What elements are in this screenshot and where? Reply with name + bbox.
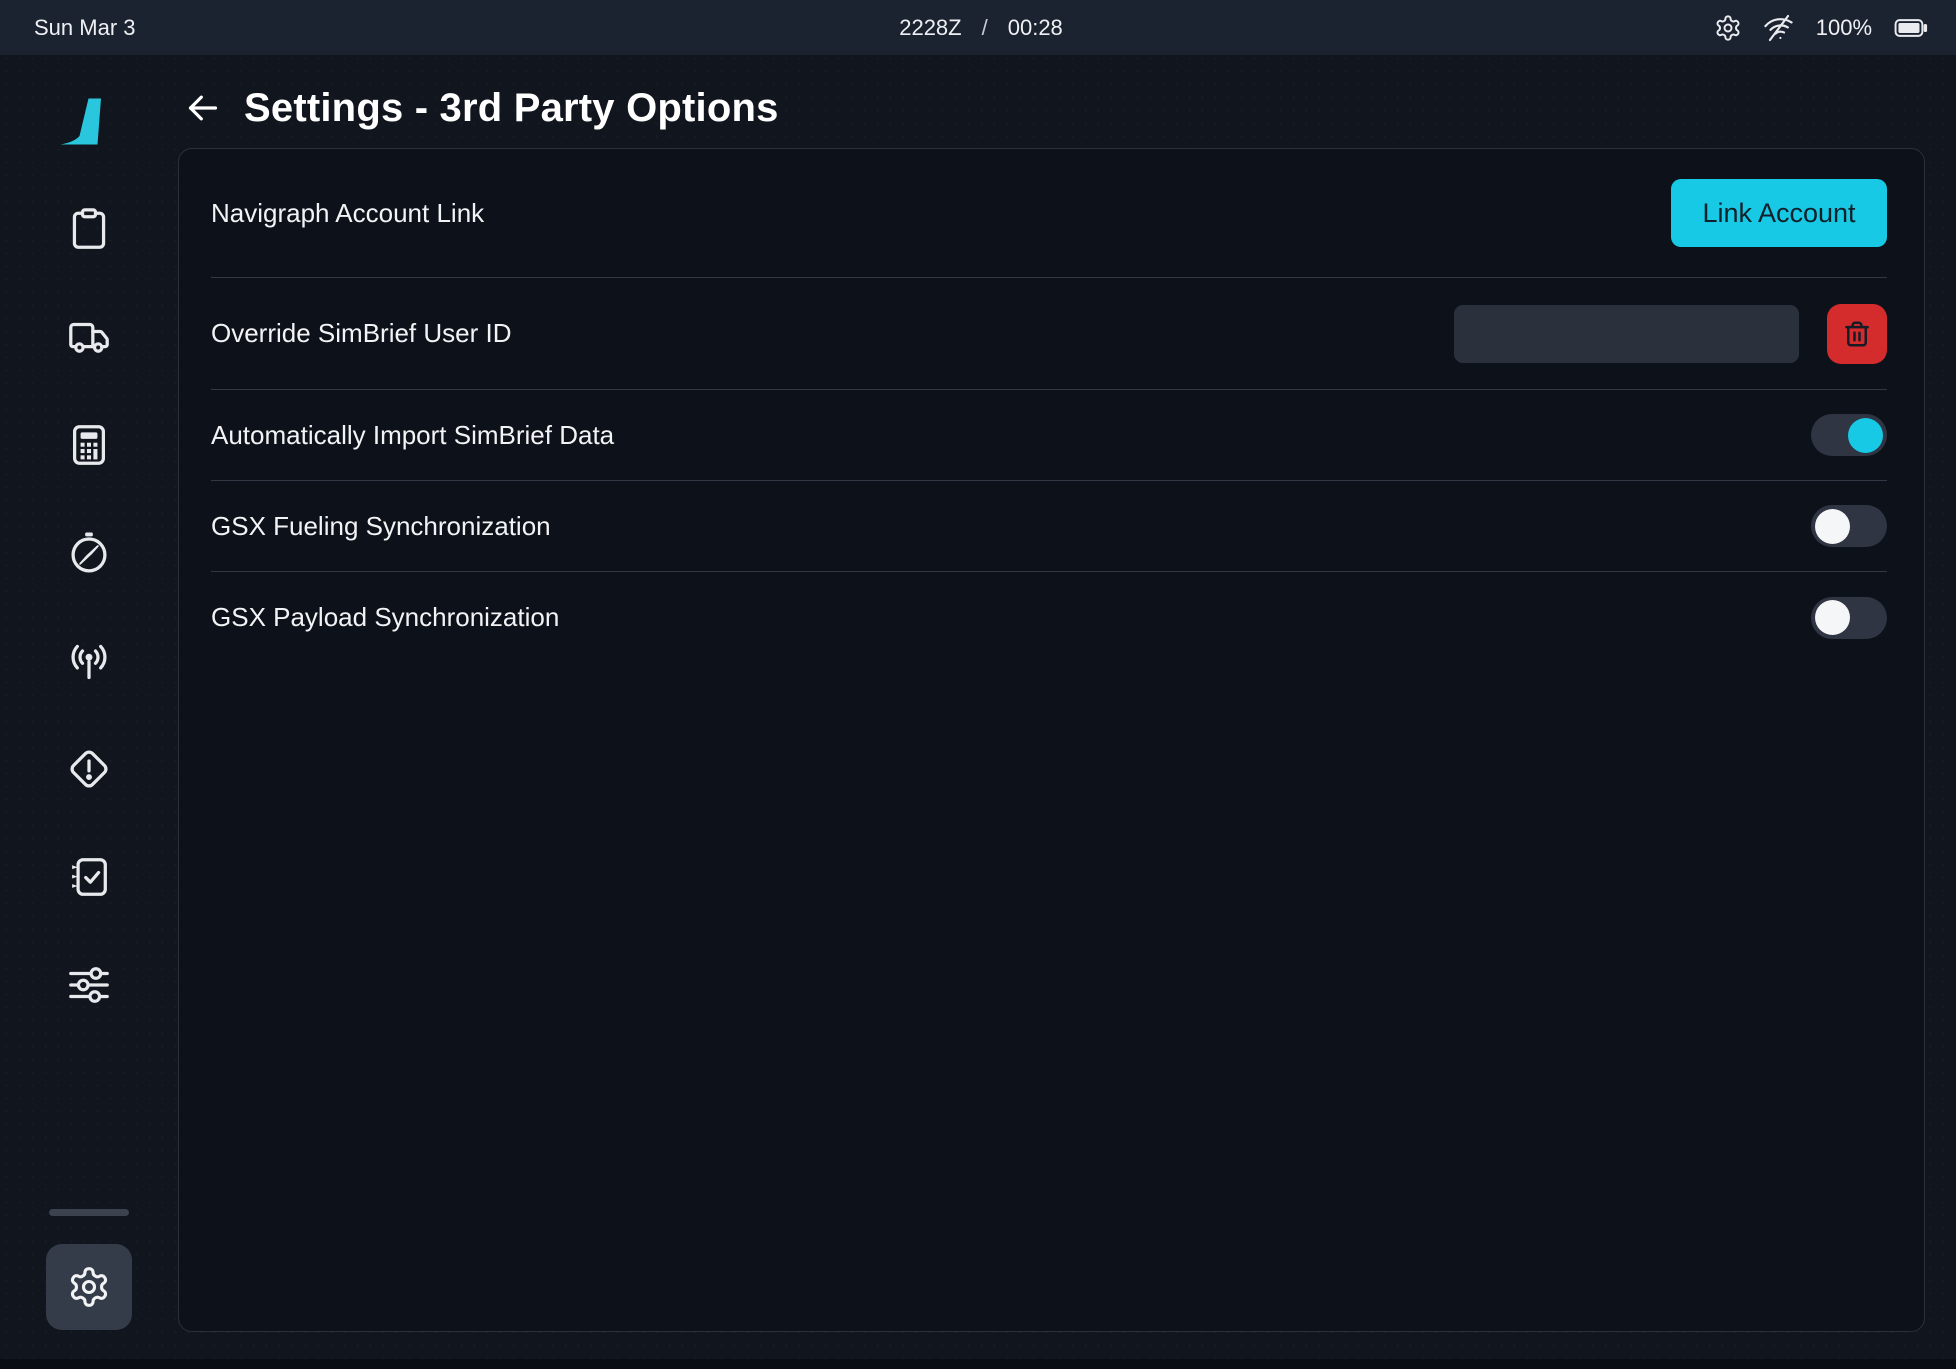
clipboard-icon — [66, 206, 112, 252]
status-time-utc: 2228Z — [899, 15, 961, 41]
sidebar-item-calculator[interactable] — [66, 422, 112, 468]
status-time-local: 00:28 — [1008, 15, 1063, 41]
setting-row-simbrief-user-id: Override SimBrief User ID — [211, 278, 1887, 390]
setting-row-navigraph-account: Navigraph Account Link Link Account — [211, 149, 1887, 278]
sidebar-item-transmitter[interactable] — [66, 638, 112, 684]
gsx-payload-toggle[interactable] — [1811, 597, 1887, 639]
simbrief-user-id-input[interactable] — [1454, 305, 1799, 363]
sidebar — [0, 55, 178, 1359]
compass-icon — [66, 530, 112, 576]
setting-label: GSX Fueling Synchronization — [211, 511, 551, 542]
trash-icon — [1842, 319, 1872, 349]
toggle-knob — [1815, 509, 1850, 544]
sidebar-item-options[interactable] — [66, 962, 112, 1008]
sidebar-divider — [49, 1209, 129, 1216]
battery-percent: 100% — [1816, 15, 1872, 41]
gear-icon — [67, 1265, 111, 1309]
sidebar-item-alerts[interactable] — [66, 746, 112, 792]
setting-label: GSX Payload Synchronization — [211, 602, 559, 633]
warning-diamond-icon — [66, 746, 112, 792]
calculator-icon — [66, 422, 112, 468]
setting-row-gsx-fueling: GSX Fueling Synchronization — [211, 481, 1887, 572]
settings-panel: Navigraph Account Link Link Account Over… — [178, 148, 1925, 1332]
page-header: Settings - 3rd Party Options — [182, 77, 1925, 139]
gear-icon[interactable] — [1714, 14, 1742, 42]
page-title: Settings - 3rd Party Options — [244, 86, 779, 131]
back-button[interactable] — [182, 87, 224, 129]
setting-label: Navigraph Account Link — [211, 198, 484, 229]
sidebar-item-ground-truck[interactable] — [66, 314, 112, 360]
battery-icon — [1894, 16, 1928, 40]
status-bar: Sun Mar 3 2228Z / 00:28 100% — [0, 0, 1956, 55]
setting-row-gsx-payload: GSX Payload Synchronization — [211, 572, 1887, 663]
screen-bottom-edge — [0, 1359, 1956, 1369]
sidebar-item-settings-active[interactable] — [46, 1244, 132, 1330]
airline-tailfin-logo — [58, 95, 114, 148]
sidebar-item-compass[interactable] — [66, 530, 112, 576]
setting-label: Override SimBrief User ID — [211, 318, 512, 349]
sliders-icon — [66, 962, 112, 1008]
status-time-separator: / — [982, 15, 988, 41]
toggle-knob — [1815, 600, 1850, 635]
delete-simbrief-id-button[interactable] — [1827, 304, 1887, 364]
setting-label: Automatically Import SimBrief Data — [211, 420, 614, 451]
auto-import-simbrief-toggle[interactable] — [1811, 414, 1887, 456]
notebook-check-icon — [66, 854, 112, 900]
status-date: Sun Mar 3 — [34, 15, 136, 41]
sidebar-item-checklist[interactable] — [66, 854, 112, 900]
toggle-knob — [1848, 418, 1883, 453]
antenna-icon — [66, 638, 112, 684]
link-account-button[interactable]: Link Account — [1671, 179, 1887, 247]
truck-icon — [66, 314, 112, 360]
setting-row-auto-import-simbrief: Automatically Import SimBrief Data — [211, 390, 1887, 481]
sidebar-item-clipboard[interactable] — [66, 206, 112, 252]
arrow-left-icon — [183, 88, 223, 128]
wifi-off-icon — [1764, 13, 1794, 43]
gsx-fueling-toggle[interactable] — [1811, 505, 1887, 547]
